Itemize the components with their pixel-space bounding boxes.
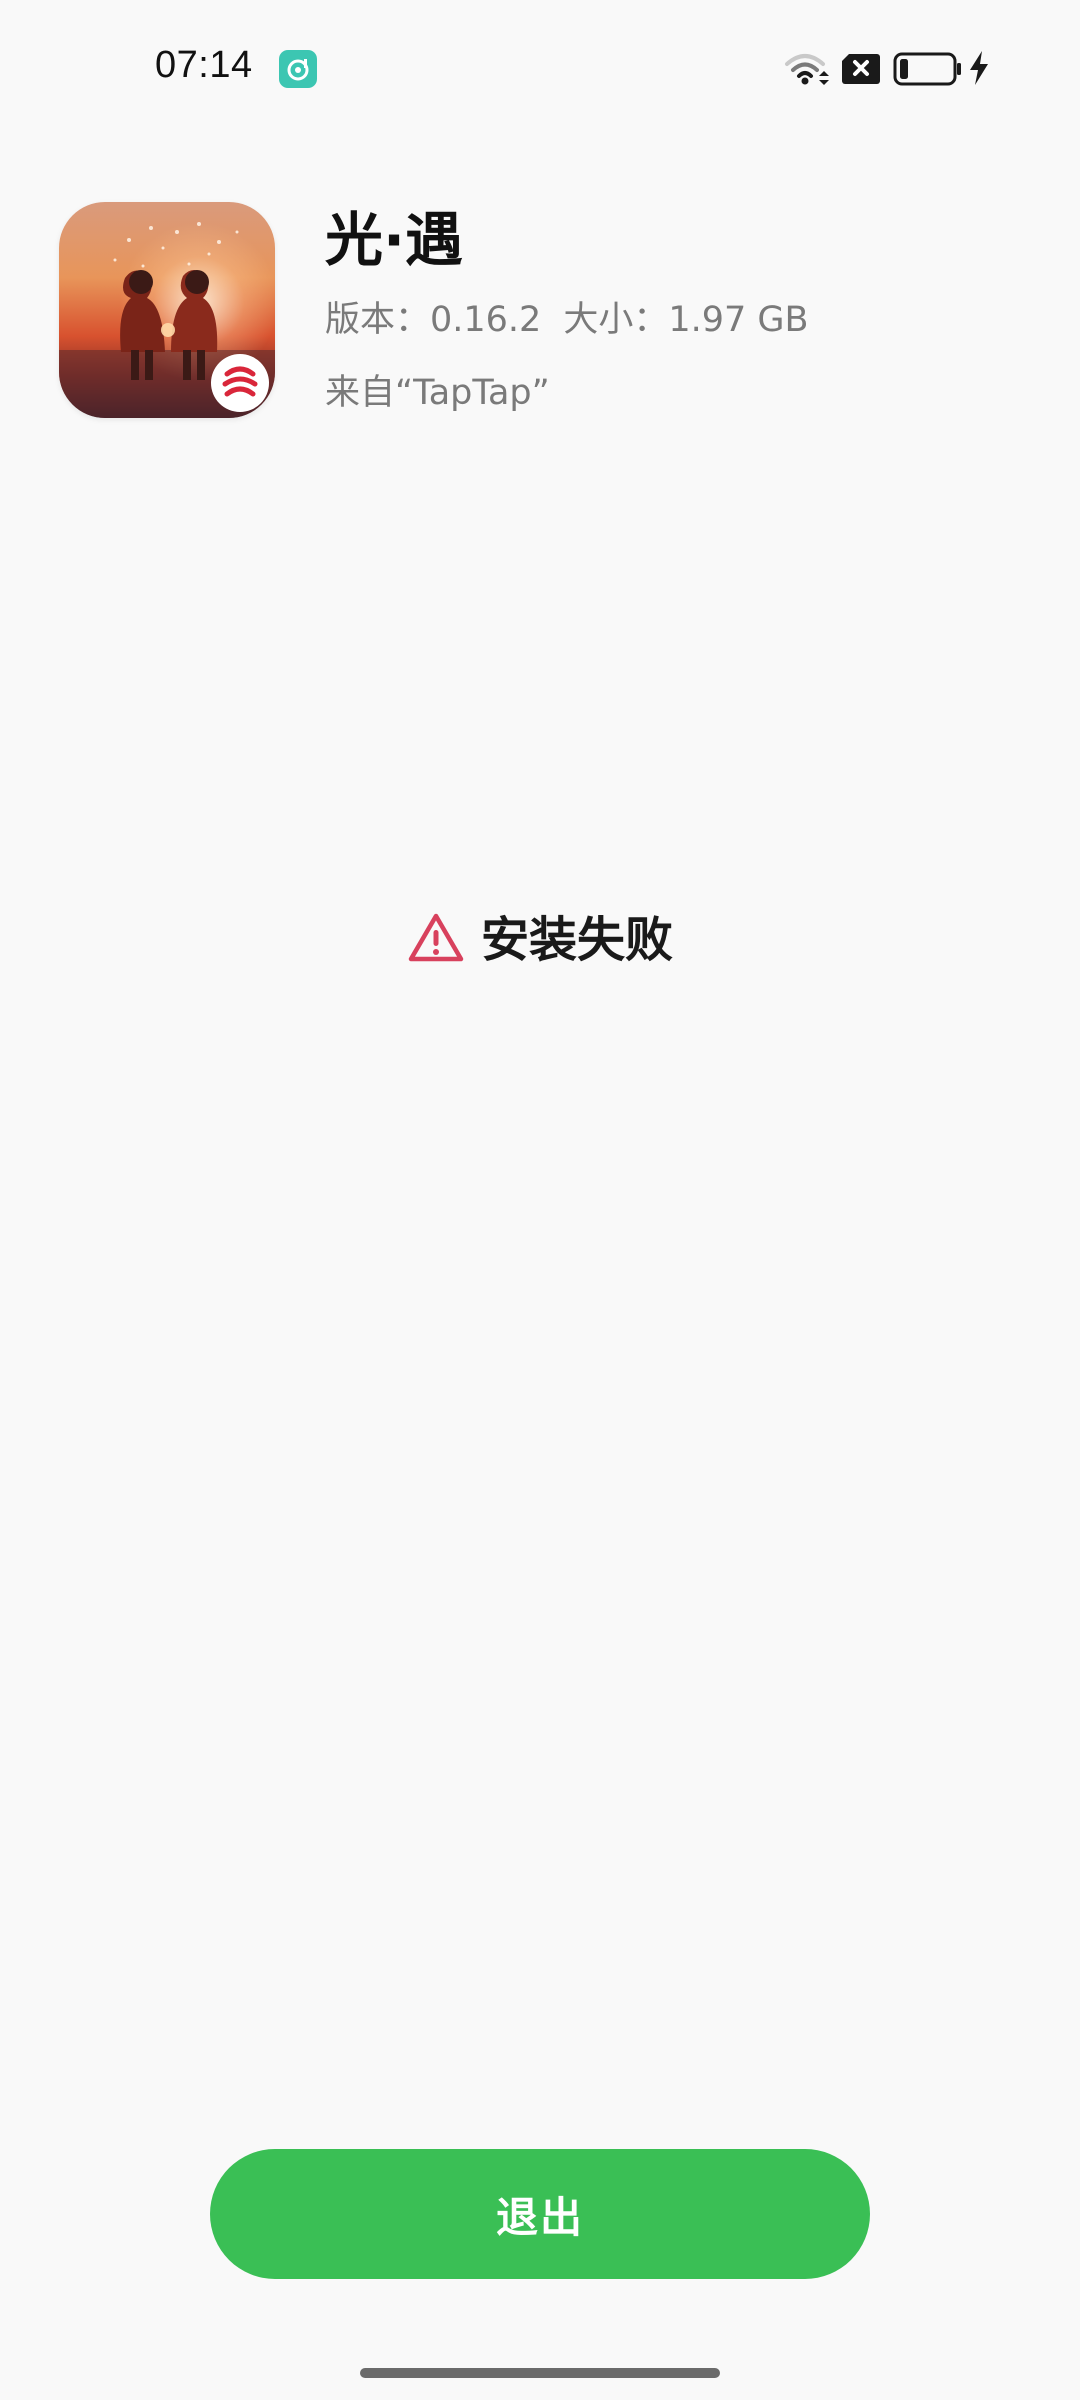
exit-button-label: 退出	[495, 2192, 584, 2242]
app-version: 版本：0.16.2	[325, 300, 542, 340]
app-source: 来自“TapTap”	[325, 373, 550, 413]
home-indicator[interactable]	[360, 2368, 720, 2378]
app-size: 大小：1.97 GB	[563, 300, 809, 340]
status-time: 07:14	[155, 44, 253, 86]
publisher-badge-icon	[211, 354, 269, 412]
battery-icon	[893, 52, 963, 90]
music-notification-icon	[279, 50, 317, 88]
app-meta: 版本：0.16.2 大小：1.97 GB	[325, 298, 809, 342]
install-result: 安装失败	[0, 905, 1080, 975]
exit-button[interactable]: 退出	[210, 2149, 870, 2279]
status-bar: 07:14	[0, 0, 1080, 140]
wifi-icon	[783, 50, 831, 92]
app-icon	[59, 202, 275, 418]
app-name: 光·遇	[325, 206, 464, 274]
no-sim-icon	[841, 52, 881, 90]
result-message: 安装失败	[480, 912, 673, 968]
warning-icon	[407, 912, 465, 968]
charging-bolt-icon	[968, 50, 990, 90]
